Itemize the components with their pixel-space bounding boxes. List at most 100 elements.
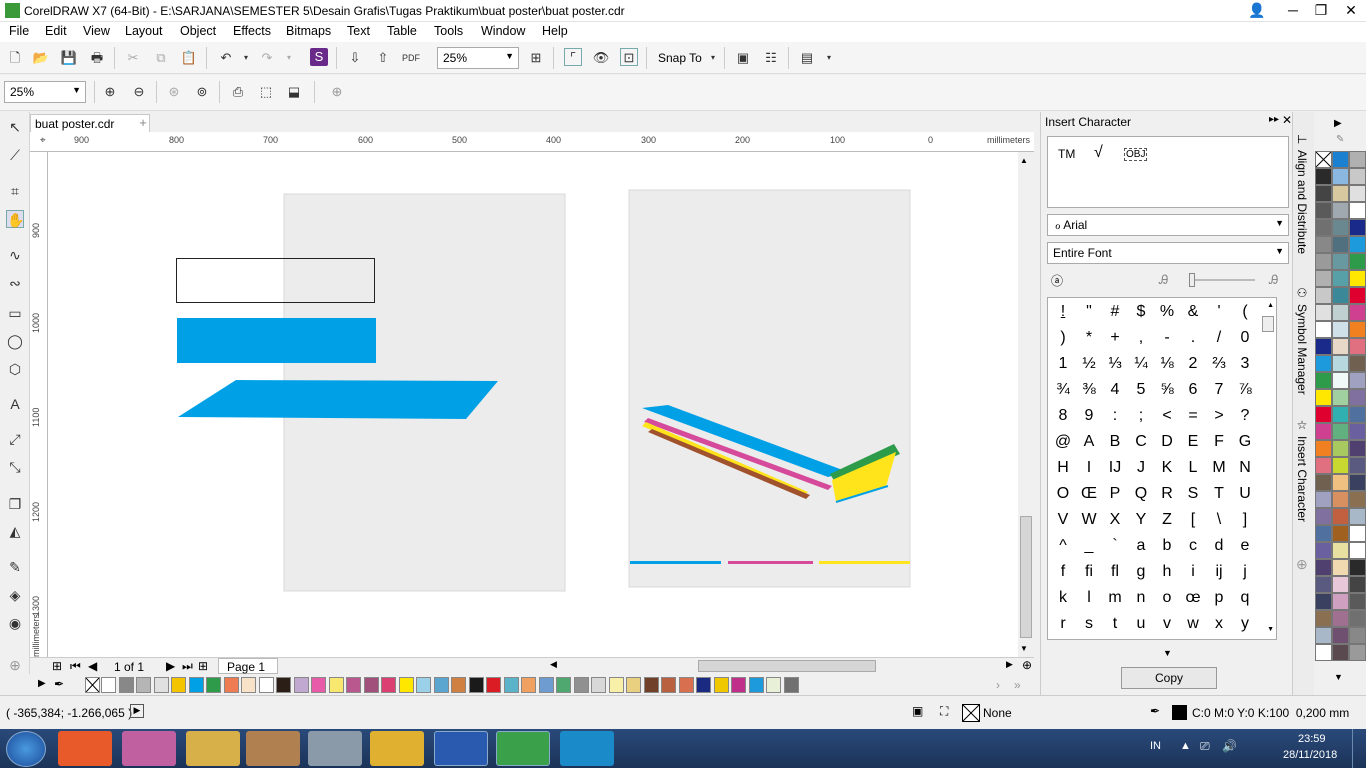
palette-swatch[interactable] <box>1332 389 1349 406</box>
character-cell[interactable]: $ <box>1128 299 1154 325</box>
corel-connect-icon[interactable]: S <box>310 48 328 66</box>
no-color-swatch[interactable] <box>1315 151 1332 168</box>
palette-swatch[interactable] <box>1349 202 1366 219</box>
document-palette-swatch[interactable] <box>766 677 781 693</box>
palette-swatch[interactable] <box>1332 610 1349 627</box>
size-slider[interactable] <box>1189 279 1255 281</box>
network-icon[interactable]: ⎚ <box>1200 739 1210 754</box>
character-cell[interactable]: o <box>1154 585 1180 611</box>
document-palette-swatch[interactable] <box>241 677 256 693</box>
character-cell[interactable]: I <box>1076 455 1102 481</box>
document-palette-swatch[interactable] <box>713 677 729 693</box>
zoom-level-combo[interactable]: 25% ▼ <box>437 47 519 69</box>
size-slider-thumb[interactable] <box>1189 273 1195 287</box>
snap-to-button[interactable]: Snap To <box>658 51 702 65</box>
palette-swatch[interactable] <box>1349 185 1366 202</box>
palette-eyedropper-icon[interactable]: ✎ <box>1336 134 1344 145</box>
rectangle-tool-icon[interactable]: ▭ <box>6 304 24 322</box>
character-cell[interactable]: Œ <box>1076 481 1102 507</box>
character-cell[interactable]: , <box>1128 325 1154 351</box>
palette-swatch[interactable] <box>1332 440 1349 457</box>
palette-swatch[interactable] <box>1332 542 1349 559</box>
new-tab-icon[interactable]: + <box>134 114 152 132</box>
character-cell[interactable]: O <box>1050 481 1076 507</box>
document-palette-swatch[interactable] <box>521 677 536 693</box>
zoom-to-selected-icon[interactable]: ⊛ <box>165 83 183 101</box>
preview-char[interactable]: √ <box>1094 144 1103 162</box>
expand-icon[interactable]: ▼ <box>1163 648 1172 658</box>
shape-tool-icon[interactable]: ⟋ <box>6 146 24 164</box>
document-palette-swatch[interactable] <box>311 677 326 693</box>
palette-swatch[interactable] <box>1349 168 1366 185</box>
palette-scroll-right-icon[interactable]: › <box>996 678 1000 692</box>
zoom-levels-combo[interactable]: 25% ▼ <box>4 81 86 103</box>
volume-icon[interactable]: 🔊 <box>1222 739 1237 753</box>
palette-swatch[interactable] <box>1315 270 1332 287</box>
character-cell[interactable]: ` <box>1102 533 1128 559</box>
character-cell[interactable]: 4 <box>1102 377 1128 403</box>
palette-swatch[interactable] <box>1332 508 1349 525</box>
play-icon[interactable]: ▶ <box>130 704 144 718</box>
application-launcher-icon[interactable]: ▤ <box>798 49 816 67</box>
restore-button[interactable]: ❐ <box>1306 0 1336 22</box>
palette-swatch[interactable] <box>1349 627 1366 644</box>
drop-shadow-tool-icon[interactable]: ❐ <box>6 495 24 513</box>
character-cell[interactable]: < <box>1154 403 1180 429</box>
document-palette-swatch[interactable] <box>293 677 309 693</box>
palette-swatch[interactable] <box>1332 151 1349 168</box>
palette-swatch[interactable] <box>1349 610 1366 627</box>
menu-effects[interactable]: Effects <box>233 24 271 38</box>
character-cell[interactable]: E <box>1180 429 1206 455</box>
character-cell[interactable]: G <box>1232 429 1258 455</box>
paint-icon[interactable] <box>246 731 300 766</box>
save-icon[interactable]: 💾 <box>60 49 78 67</box>
character-cell[interactable]: > <box>1206 403 1232 429</box>
calculator-icon[interactable] <box>308 731 362 766</box>
scroll-left-icon[interactable]: ◀ <box>550 659 557 670</box>
outline-swatch[interactable] <box>1172 705 1187 720</box>
palette-swatch[interactable] <box>1315 576 1332 593</box>
character-cell[interactable]: b <box>1154 533 1180 559</box>
character-cell[interactable]: S <box>1180 481 1206 507</box>
palette-swatch[interactable] <box>1349 304 1366 321</box>
scroll-down-icon[interactable]: ▼ <box>1267 626 1274 633</box>
horizontal-scroll-thumb[interactable] <box>698 660 876 672</box>
palette-swatch[interactable] <box>1332 202 1349 219</box>
polygon-tool-icon[interactable]: ⬡ <box>6 360 24 378</box>
show-guidelines-icon[interactable]: ⊡ <box>620 48 638 66</box>
character-cell[interactable]: u <box>1128 611 1154 637</box>
preview-char[interactable]: TM <box>1058 147 1075 161</box>
menu-edit[interactable]: Edit <box>45 24 67 38</box>
fill-swatch[interactable] <box>962 704 980 722</box>
open-icon[interactable]: 📂 <box>32 49 50 67</box>
eyedropper-icon[interactable]: ✒ <box>54 677 64 691</box>
page-tab[interactable]: Page 1 <box>218 658 278 674</box>
zoom-to-page-icon[interactable]: ⎙ <box>229 83 247 101</box>
new-document-icon[interactable]: 🗋 <box>6 49 24 67</box>
transparency-tool-icon[interactable]: ◭ <box>6 522 24 540</box>
next-page-icon[interactable]: ▶ <box>166 659 175 673</box>
character-cell[interactable]: ' <box>1206 299 1232 325</box>
character-cell[interactable]: ] <box>1232 507 1258 533</box>
palette-swatch[interactable] <box>1349 474 1366 491</box>
palette-swatch[interactable] <box>1332 219 1349 236</box>
character-cell[interactable]: v <box>1154 611 1180 637</box>
character-cell[interactable]: / <box>1206 325 1232 351</box>
zoom-to-page-height-icon[interactable]: ⬓ <box>285 83 303 101</box>
vertical-ruler[interactable]: 900 1000 1100 1200 1300 millimeters <box>30 152 48 657</box>
character-cell[interactable]: " <box>1076 299 1102 325</box>
palette-swatch[interactable] <box>1332 355 1349 372</box>
document-palette-swatch[interactable] <box>328 677 344 693</box>
scroll-right-icon[interactable]: ▶ <box>1006 659 1013 670</box>
character-cell[interactable]: ¾ <box>1050 377 1076 403</box>
launcher-dropdown-icon[interactable]: ▾ <box>820 49 838 67</box>
undo-dropdown-icon[interactable]: ▾ <box>237 49 255 67</box>
menu-window[interactable]: Window <box>481 24 525 38</box>
character-cell[interactable]: C <box>1128 429 1154 455</box>
palette-swatch[interactable] <box>1315 559 1332 576</box>
character-cell[interactable]: n <box>1128 585 1154 611</box>
palette-swatch[interactable] <box>1349 236 1366 253</box>
character-cell[interactable]: m <box>1102 585 1128 611</box>
palette-swatch[interactable] <box>1315 304 1332 321</box>
palette-swatch[interactable] <box>1332 287 1349 304</box>
